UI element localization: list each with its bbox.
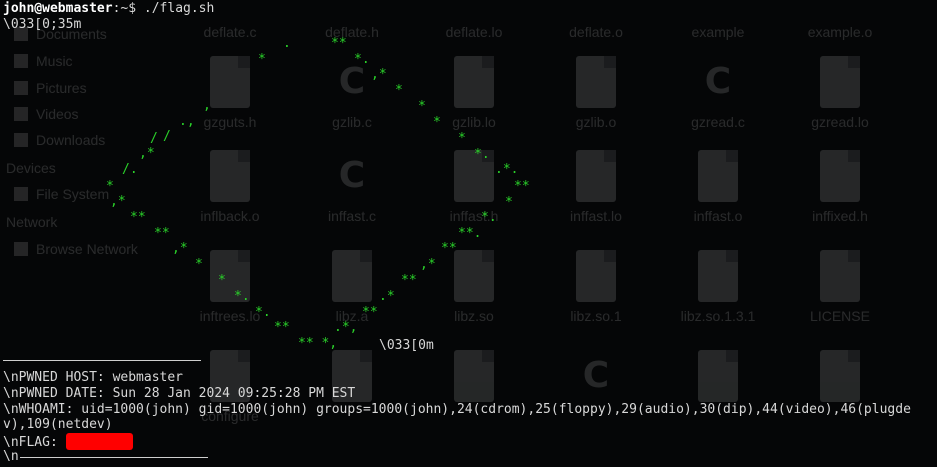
ascii-star: . [283,36,291,51]
end-line: \n [3,449,19,465]
ascii-star: ., [179,114,195,129]
ascii-star: ** [331,36,347,51]
ascii-star: ,* [110,194,126,209]
ascii-star: *. [481,210,497,225]
ascii-star: ,* [172,241,188,256]
ascii-star: , [203,98,211,113]
flag-redaction [65,433,133,450]
ascii-star: .*, [334,320,358,335]
terminal-window[interactable]: john@webmaster:~$ ./flag.sh \033[0;35m .… [0,0,937,467]
ascii-star: .* [379,289,395,304]
ascii-star: ** [514,179,530,194]
ascii-star: ** [274,320,290,335]
ascii-star: * [433,115,441,130]
prompt-user-host: john@webmaster [3,1,113,16]
ascii-star: * [395,83,403,98]
ascii-star: ** *, [298,336,338,351]
ascii-star: * [258,52,266,67]
whoami-line-continued: v),109(netdev) [3,417,113,432]
flag-line: \nFLAG: [3,433,133,451]
pwned-host-line: \nPWNED HOST: webmaster [3,370,184,385]
ascii-star: * [218,273,226,288]
ascii-star: ** [441,241,457,256]
flag-label: \nFLAG: [3,435,66,450]
ascii-star: **. [458,226,482,241]
end-line-text: \n [3,449,19,464]
ascii-star: ** [154,226,170,241]
ascii-star: * [505,195,513,210]
ascii-star: *. [474,147,490,162]
ascii-star: * [106,179,114,194]
command-text: ./flag.sh [143,1,215,16]
ascii-star: * [418,99,426,114]
escape-code-end: \033[0m [379,338,434,353]
prompt-suffix: :~$ [112,1,144,16]
ascii-star: * [195,257,203,272]
ascii-star: *. [354,52,370,67]
ascii-star: / [150,131,158,146]
ascii-star: .*. [495,162,519,177]
ascii-star: /. [122,162,138,177]
ascii-star: ** [362,305,378,320]
pwned-date-line: \nPWNED DATE: Sun 28 Jan 2024 09:25:28 P… [3,386,356,401]
ascii-star: ** [401,273,417,288]
whoami-line: \nWHOAMI: uid=1000(john) gid=1000(john) … [3,402,911,417]
escape-code-start: \033[0;35m [3,17,82,32]
ascii-star: ,* [420,257,436,272]
ascii-star: / [163,129,171,144]
ascii-star: *. [255,305,271,320]
separator-line-bottom [20,457,208,458]
ascii-star: *. [234,289,250,304]
ascii-star: ** [130,210,146,225]
ascii-star: ,* [371,67,387,82]
ascii-star: ,* [139,146,155,161]
prompt-line: john@webmaster:~$ ./flag.sh [3,1,214,17]
ascii-star: * [458,131,466,146]
separator-line [3,360,201,361]
